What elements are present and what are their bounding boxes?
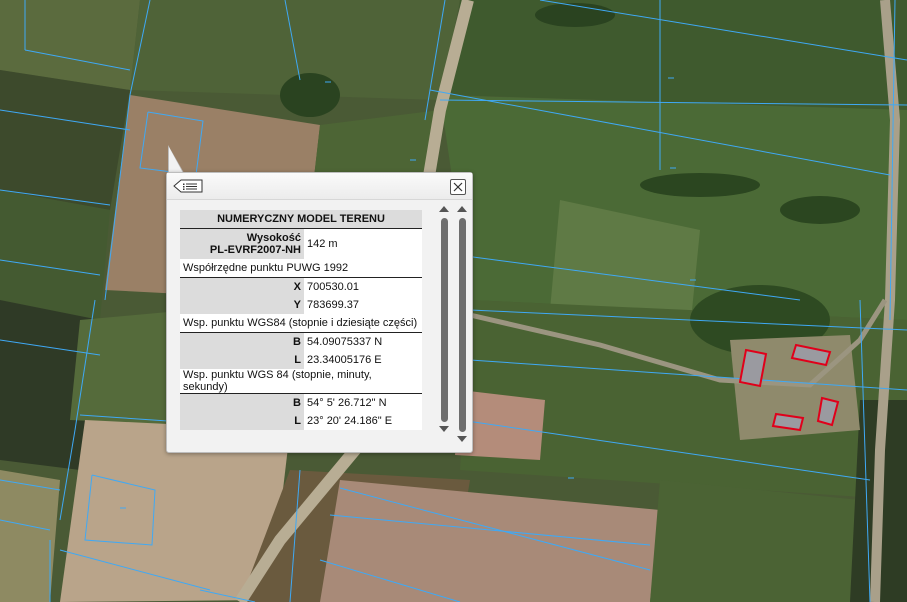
inner-scrollbar[interactable] <box>437 204 451 434</box>
height-label: Wysokość PL-EVRF2007-NH <box>180 228 304 259</box>
wgs-decimal-l-value: 23.34005176 E <box>304 351 422 369</box>
terrain-info-table: NUMERYCZNY MODEL TERENU Wysokość PL-EVRF2… <box>180 210 422 430</box>
scroll-down-arrow-icon[interactable] <box>439 426 449 432</box>
wgs-decimal-l-label: L <box>180 351 304 369</box>
wgs-decimal-b-value: 54.09075337 N <box>304 332 422 351</box>
inner-scrollbar-thumb[interactable] <box>441 218 448 422</box>
puwg-y-value: 783699.37 <box>304 296 422 314</box>
wgs-dms-l-label: L <box>180 412 304 430</box>
puwg-header: Współrzędne punktu PUWG 1992 <box>180 259 422 278</box>
list-icon[interactable] <box>173 178 203 194</box>
scroll-up-arrow-icon[interactable] <box>457 206 467 212</box>
puwg-x-value: 700530.01 <box>304 277 422 296</box>
scroll-down-arrow-icon[interactable] <box>457 436 467 442</box>
wgs-decimal-header: Wsp. punktu WGS84 (stopnie i dziesiąte c… <box>180 314 422 333</box>
info-popup: NUMERYCZNY MODEL TERENU Wysokość PL-EVRF2… <box>166 172 473 453</box>
popup-content: NUMERYCZNY MODEL TERENU Wysokość PL-EVRF2… <box>180 210 424 430</box>
outer-scrollbar[interactable] <box>455 204 469 444</box>
outer-scrollbar-thumb[interactable] <box>459 218 466 432</box>
wgs-decimal-b-label: B <box>180 332 304 351</box>
scroll-up-arrow-icon[interactable] <box>439 206 449 212</box>
wgs-dms-header: Wsp. punktu WGS 84 (stopnie, minuty, sek… <box>180 369 422 394</box>
puwg-x-label: X <box>180 277 304 296</box>
popup-title: NUMERYCZNY MODEL TERENU <box>180 210 422 229</box>
puwg-y-label: Y <box>180 296 304 314</box>
wgs-dms-b-label: B <box>180 393 304 412</box>
wgs-dms-l-value: 23° 20' 24.186" E <box>304 412 422 430</box>
height-value: 142 m <box>304 228 422 259</box>
popup-header <box>167 173 472 200</box>
wgs-dms-b-value: 54° 5' 26.712" N <box>304 393 422 412</box>
close-icon[interactable] <box>450 179 466 195</box>
